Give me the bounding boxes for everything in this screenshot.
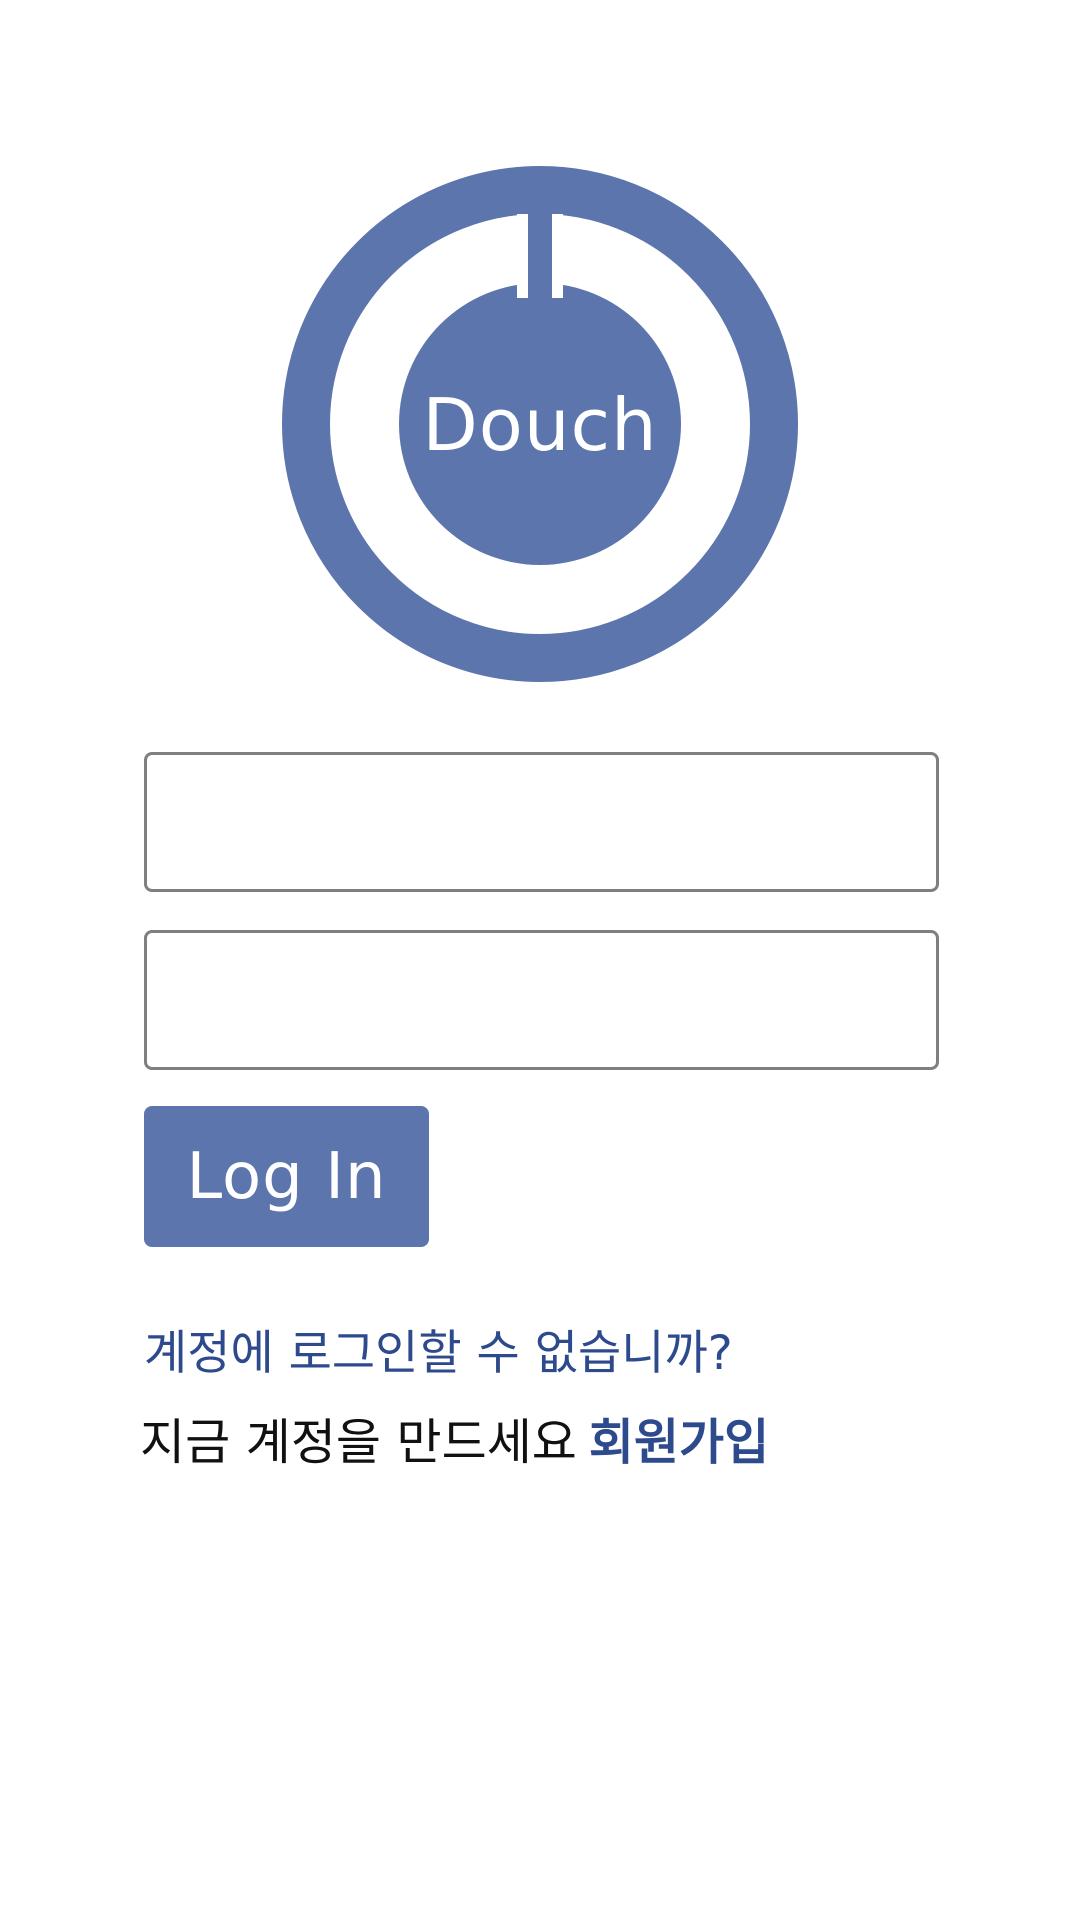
power-ring-logo-icon: Douch — [282, 166, 798, 682]
signup-link[interactable]: 회원가입 — [589, 1414, 769, 1471]
login-button[interactable]: Log In — [144, 1106, 429, 1247]
password-field[interactable] — [144, 930, 939, 1070]
signup-row: 지금 계정을 만드세요 회원가입 — [140, 1411, 769, 1475]
login-screen: Douch Log In 계정에 로그인할 수 없습니까? 지금 계정을 만드세… — [0, 0, 1080, 1920]
app-logo: Douch — [282, 166, 798, 682]
signup-prompt: 지금 계정을 만드세요 — [140, 1414, 577, 1471]
username-field[interactable] — [144, 752, 939, 892]
cannot-login-link[interactable]: 계정에 로그인할 수 없습니까? — [144, 1322, 733, 1386]
logo-text: Douch — [422, 383, 657, 467]
